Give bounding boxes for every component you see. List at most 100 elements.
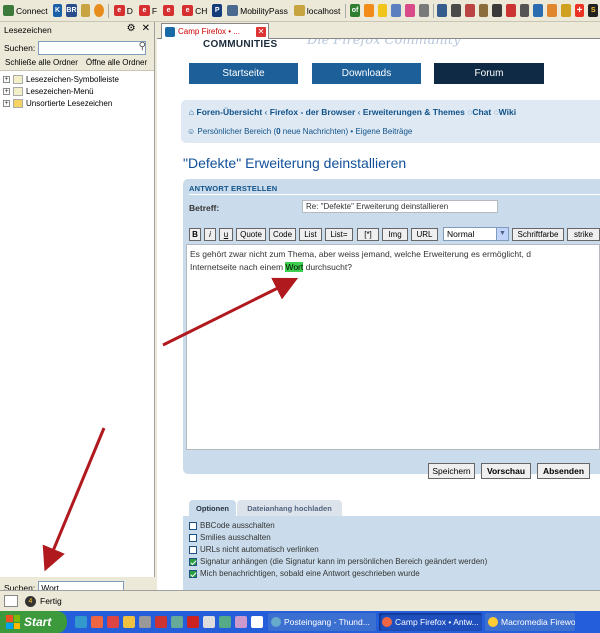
own-posts-link[interactable]: Eigene Beiträge	[355, 127, 412, 136]
nav-start-button[interactable]: Startseite	[189, 63, 298, 84]
bookmark-mobilitypass[interactable]: MobilityPass	[224, 1, 291, 21]
chevron-down-icon[interactable]: ▼	[496, 228, 508, 240]
font-size-select[interactable]: Normal ▼	[443, 227, 509, 241]
bookmark-connect[interactable]: Connect	[0, 1, 51, 21]
task-fireworks[interactable]: Macromedia Firewor...	[485, 613, 575, 631]
tree-item-unsorted[interactable]: + Unsortierte Lesezeichen	[0, 97, 154, 109]
url-button[interactable]: URL	[411, 228, 438, 241]
dots-icon[interactable]	[405, 4, 415, 17]
breadcrumb-firefox[interactable]: Firefox - der Browser	[270, 107, 356, 117]
underline-button[interactable]: u	[219, 228, 233, 241]
expand-icon[interactable]: +	[3, 75, 10, 83]
save-button[interactable]: Speichern	[428, 463, 475, 479]
task-thunderbird[interactable]: Posteingang - Thund...	[268, 613, 376, 631]
rss-icon[interactable]	[363, 4, 374, 17]
gift-icon[interactable]	[464, 4, 475, 17]
app-icon[interactable]	[171, 616, 183, 628]
folder-icon[interactable]	[80, 4, 91, 17]
sidebar-toggle-icon[interactable]	[4, 595, 18, 607]
bug-icon[interactable]	[478, 4, 489, 17]
list-item-button[interactable]: [*]	[357, 228, 379, 241]
option-urls[interactable]: URLs nicht automatisch verlinken	[189, 544, 319, 555]
italic-button[interactable]: i	[204, 228, 216, 241]
swiss-flag-icon[interactable]: +	[574, 4, 585, 17]
nav-downloads-button[interactable]: Downloads	[312, 63, 421, 84]
explorer-icon[interactable]	[123, 616, 135, 628]
tree-item-toolbar[interactable]: + Lesezeichen-Symbolleiste	[0, 73, 154, 85]
submit-button[interactable]: Absenden	[537, 463, 590, 479]
option-notify[interactable]: Mich benachrichtigen, sobald eine Antwor…	[189, 568, 420, 579]
personal-area-link[interactable]: Persönlicher Bereich (	[197, 127, 276, 136]
flower-icon[interactable]	[94, 4, 104, 17]
expand-icon[interactable]: +	[3, 99, 10, 107]
breadcrumb-extensions[interactable]: Erweiterungen & Themes	[363, 107, 465, 117]
close-icon[interactable]: ✕	[142, 23, 150, 34]
people-icon[interactable]	[391, 4, 402, 17]
option-signature[interactable]: Signatur anhängen (die Signatur kann im …	[189, 556, 487, 567]
bookmark-ebay[interactable]: e	[160, 1, 179, 21]
app-icon[interactable]	[155, 616, 167, 628]
shop-icon[interactable]	[560, 4, 571, 17]
bold-button[interactable]: B	[189, 228, 201, 241]
option-bbcode[interactable]: BBCode ausschalten	[189, 520, 275, 531]
opera-icon[interactable]	[107, 616, 119, 628]
clock-icon[interactable]	[377, 4, 388, 17]
checkbox-checked[interactable]	[189, 569, 197, 578]
bird-icon[interactable]	[547, 4, 557, 17]
message-textarea[interactable]: Es gehört zwar nicht zum Thema, aber wei…	[186, 244, 600, 450]
close-tab-icon[interactable]: ✕	[256, 26, 266, 37]
search-icon[interactable]: ⚲	[139, 41, 146, 52]
app-icon[interactable]	[219, 616, 231, 628]
collapse-all-button[interactable]: Schließe alle Ordner	[5, 58, 78, 70]
subject-input[interactable]: Re: "Defekte" Erweiterung deinstallieren	[302, 200, 498, 213]
pin-icon[interactable]	[492, 4, 502, 17]
checkbox[interactable]	[189, 521, 197, 530]
bookmark-ebay-d[interactable]: eD	[111, 1, 136, 21]
checkbox[interactable]	[189, 533, 197, 542]
tab-camp-firefox[interactable]: Camp Firefox • ... ✕	[161, 23, 269, 39]
p-icon[interactable]: P	[212, 4, 223, 17]
app-icon[interactable]	[203, 616, 215, 628]
font-color-button[interactable]: Schriftfarbe	[512, 228, 564, 241]
app-icon[interactable]	[251, 616, 263, 628]
photo-icon[interactable]	[418, 4, 429, 17]
quote-button[interactable]: Quote	[236, 228, 266, 241]
tab-options[interactable]: Optionen	[189, 500, 236, 517]
arrow-icon[interactable]	[533, 4, 544, 17]
grid-icon[interactable]	[437, 4, 448, 17]
app-icon[interactable]	[139, 616, 151, 628]
target-icon[interactable]	[451, 4, 461, 17]
sidebar-search-input[interactable]	[38, 41, 147, 55]
tab-attachment[interactable]: Dateianhang hochladen	[237, 500, 342, 517]
page-title[interactable]: "Defekte" Erweiterung deinstallieren	[183, 155, 406, 171]
filezilla-icon[interactable]	[187, 616, 199, 628]
task-firefox[interactable]: Camp Firefox • Antw...	[379, 613, 482, 631]
nav-forum-button[interactable]: Forum	[434, 63, 544, 84]
expand-icon[interactable]: +	[3, 87, 10, 95]
of-icon[interactable]: of	[350, 4, 360, 17]
start-button[interactable]: Start	[0, 611, 67, 633]
k-icon[interactable]: K	[52, 4, 63, 17]
bookmark-ebay-ch[interactable]: e CH	[179, 1, 210, 21]
firefox-icon[interactable]	[91, 616, 103, 628]
chat-link[interactable]: Chat	[472, 107, 491, 117]
expand-all-button[interactable]: Öffne alle Ordner	[86, 58, 147, 70]
list-numbered-button[interactable]: List=	[325, 228, 353, 241]
ie-icon[interactable]	[75, 616, 87, 628]
wiki-link[interactable]: Wiki	[499, 107, 516, 117]
checkbox[interactable]	[189, 545, 197, 554]
code-button[interactable]: Code	[269, 228, 296, 241]
list-button[interactable]: List	[299, 228, 322, 241]
img-button[interactable]: Img	[382, 228, 408, 241]
preview-button[interactable]: Vorschau	[481, 463, 531, 479]
checkbox-checked[interactable]	[189, 557, 197, 566]
flag-icon[interactable]	[505, 4, 516, 17]
breadcrumb-home[interactable]: Foren-Übersicht	[197, 107, 263, 117]
option-smilies[interactable]: Smilies ausschalten	[189, 532, 271, 543]
strike-button[interactable]: strike	[567, 228, 600, 241]
bookmark-localhost[interactable]: localhost	[291, 1, 344, 21]
skull-icon[interactable]	[519, 4, 530, 17]
br-icon[interactable]: BR	[66, 4, 77, 17]
settings-icon[interactable]: ⚙	[127, 23, 136, 34]
s-icon[interactable]: S	[588, 4, 599, 17]
